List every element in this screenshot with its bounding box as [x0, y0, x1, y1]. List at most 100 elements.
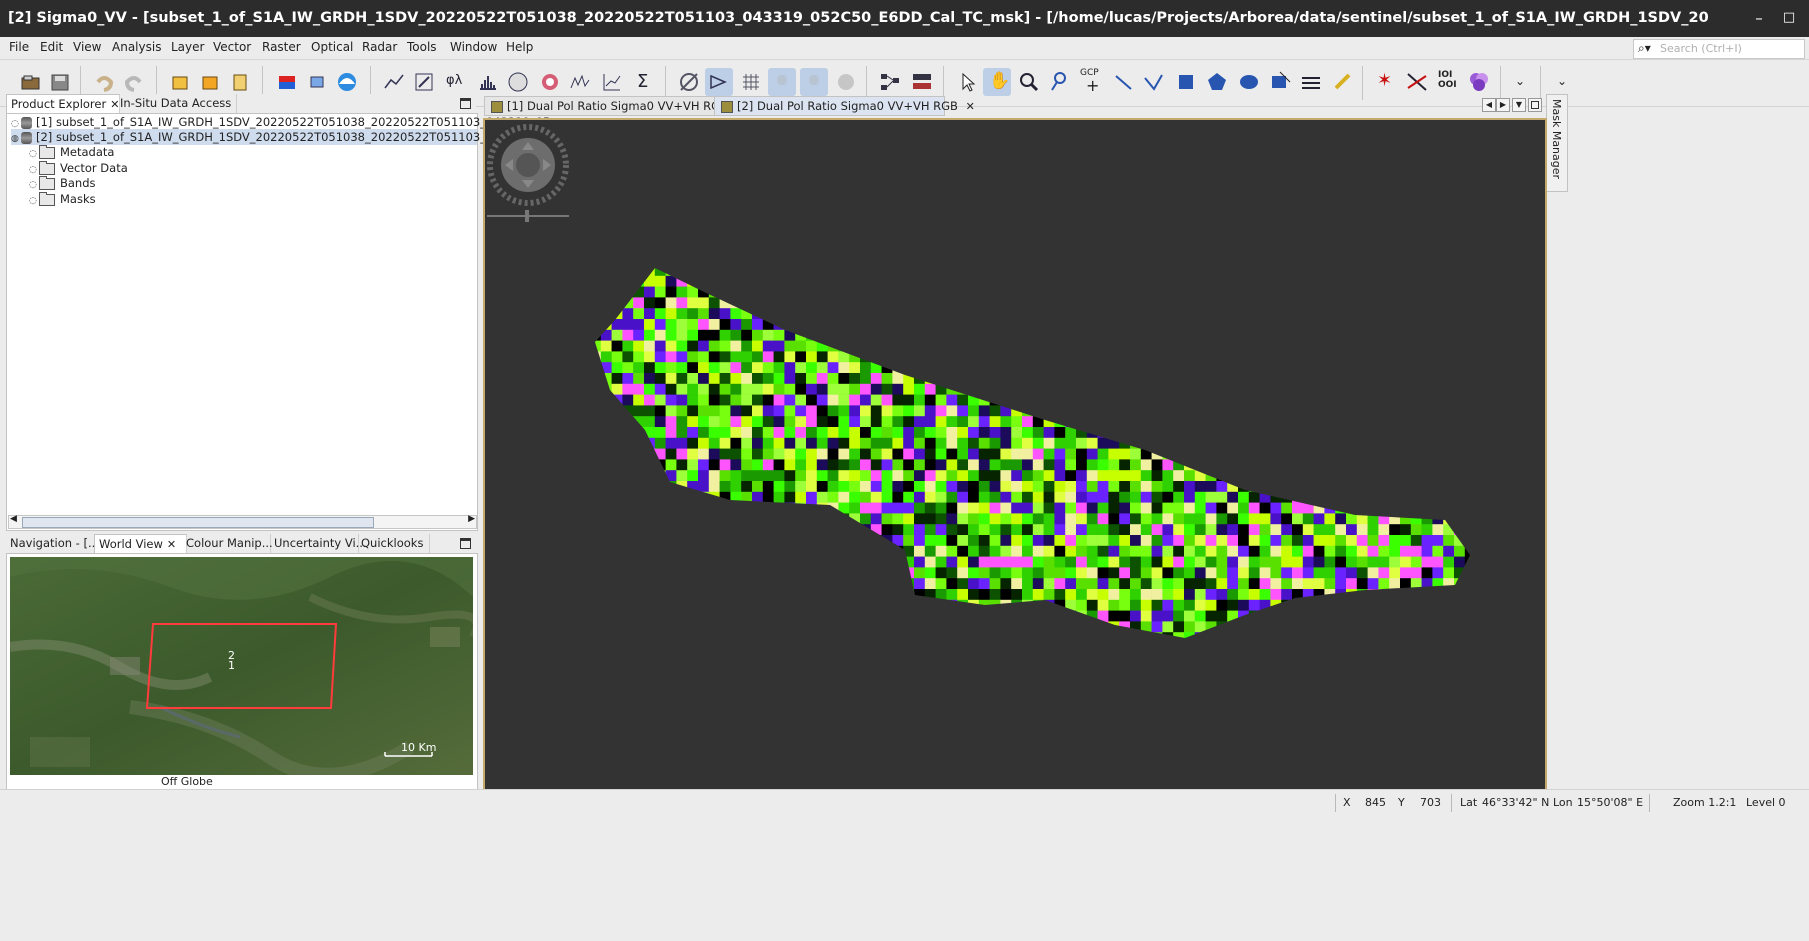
product-marker-label: 1: [228, 659, 235, 672]
sync-views-icon[interactable]: [675, 68, 703, 96]
product-2-row[interactable]: ◍ [2] subset_1_of_S1A_IW_GRDH_1SDV_202205…: [11, 129, 550, 147]
scroll-left-icon[interactable]: ◀: [10, 514, 17, 524]
band-maths-icon[interactable]: [273, 68, 301, 96]
tree-node-bands[interactable]: ◌ Bands: [29, 175, 96, 191]
gcp-tool-icon[interactable]: GCP +: [1078, 68, 1106, 96]
tab-world-view[interactable]: World View ✕: [94, 534, 187, 554]
maximize-view-icon[interactable]: [1528, 98, 1542, 112]
pencil-icon[interactable]: [1328, 68, 1356, 96]
export-other-icon[interactable]: [226, 68, 254, 96]
edit-icon[interactable]: [410, 68, 438, 96]
tree-node-masks[interactable]: ◌ Masks: [29, 191, 96, 207]
menu-window[interactable]: Window: [450, 40, 497, 54]
more-icon[interactable]: ⌄: [1506, 68, 1534, 96]
collapse-icon[interactable]: ◍: [11, 131, 21, 147]
minimize-panel-icon[interactable]: [460, 538, 471, 549]
line-tool-icon[interactable]: [1110, 68, 1138, 96]
rectangle-tool-icon[interactable]: [1172, 68, 1200, 96]
expand-icon[interactable]: ◌: [29, 193, 39, 209]
ellipse-tool-icon[interactable]: [1235, 68, 1263, 96]
menu-optical[interactable]: Optical: [311, 40, 353, 54]
polygon-tool-icon[interactable]: [1203, 68, 1231, 96]
export-icon[interactable]: [196, 68, 224, 96]
tab-list-icon[interactable]: ▼: [1512, 98, 1526, 112]
maximize-button[interactable]: □: [1779, 8, 1799, 28]
tab-navigation[interactable]: Navigation - [...: [6, 534, 99, 553]
menu-view[interactable]: View: [73, 40, 101, 54]
spectral-icon[interactable]: [1465, 68, 1493, 96]
graph-builder-icon[interactable]: [876, 68, 904, 96]
tree-node-label: Metadata: [60, 145, 115, 159]
statistics-icon[interactable]: Σ: [630, 68, 658, 96]
menu-help[interactable]: Help: [506, 40, 533, 54]
search-input[interactable]: ⌕▾ Search (Ctrl+I): [1633, 39, 1805, 59]
binary-icon[interactable]: IOI OOI: [1434, 68, 1462, 96]
window-title: [2] Sigma0_VV - [subset_1_of_S1A_IW_GRDH…: [8, 10, 1708, 26]
pin-icon[interactable]: [768, 68, 796, 96]
tab-scroll-right-icon[interactable]: ▶: [1496, 98, 1510, 112]
tree-node-metadata[interactable]: ◌ Metadata: [29, 144, 114, 160]
undo-icon[interactable]: [90, 68, 118, 96]
tab-quicklooks[interactable]: Quicklooks: [357, 534, 430, 553]
world-view-map[interactable]: 2 1 10 Km: [10, 557, 473, 775]
document-tab-2[interactable]: [2] Dual Pol Ratio Sigma0 VV+VH RGB ✕: [714, 96, 975, 116]
image-view-icon: [491, 101, 503, 113]
menu-file[interactable]: File: [9, 40, 29, 54]
sync-cursor-icon[interactable]: [705, 68, 733, 96]
batch-icon[interactable]: [908, 68, 936, 96]
minimize-button[interactable]: –: [1749, 8, 1769, 28]
pin-manager-icon[interactable]: [800, 68, 828, 96]
horizontal-scrollbar[interactable]: ◀ ▶: [8, 514, 477, 529]
product-explorer-tabs: Product Explorer ✕ In-Situ Data Access: [6, 94, 476, 114]
sentinel-icon[interactable]: [333, 68, 361, 96]
range-finder-icon[interactable]: [1266, 68, 1294, 96]
polyline-tool-icon[interactable]: [1140, 68, 1168, 96]
menu-radar[interactable]: Radar: [362, 40, 397, 54]
tab-colour-manipulation[interactable]: Colour Manip...: [182, 534, 273, 553]
tree-node-label: Bands: [60, 176, 96, 190]
tab-in-situ-data-access[interactable]: In-Situ Data Access: [116, 94, 237, 113]
layers-icon[interactable]: [303, 68, 331, 96]
image-view-canvas[interactable]: [483, 118, 1547, 792]
plot-icon[interactable]: [598, 68, 626, 96]
save-product-icon[interactable]: [46, 68, 74, 96]
star-icon[interactable]: ✶: [1372, 68, 1400, 96]
select-tool-icon[interactable]: [953, 68, 981, 96]
draw-line-icon[interactable]: [380, 68, 408, 96]
mask-manager-side-tab[interactable]: Mask Manager: [1546, 94, 1568, 192]
tab-scroll-left-icon[interactable]: ◀: [1482, 98, 1496, 112]
product-1-row[interactable]: ◌ [1] subset_1_of_S1A_IW_GRDH_1SDV_202205…: [11, 114, 550, 130]
cross-icon[interactable]: [1403, 68, 1431, 96]
menu-raster[interactable]: Raster: [262, 40, 301, 54]
information-icon[interactable]: [504, 68, 532, 96]
grid-icon[interactable]: [737, 68, 765, 96]
gcp-icon[interactable]: [832, 68, 860, 96]
menu-tools[interactable]: Tools: [407, 40, 437, 54]
histogram-icon[interactable]: [474, 68, 502, 96]
open-product-icon[interactable]: [16, 68, 44, 96]
scrollbar-thumb[interactable]: [22, 517, 374, 528]
import-icon[interactable]: [166, 68, 194, 96]
menu-analysis[interactable]: Analysis: [112, 40, 161, 54]
tree-node-vector-data[interactable]: ◌ Vector Data: [29, 160, 128, 176]
zoom-pin-icon[interactable]: [1046, 68, 1074, 96]
menu-layer[interactable]: Layer: [171, 40, 204, 54]
zoom-tool-icon[interactable]: [1015, 68, 1043, 96]
close-icon[interactable]: ✕: [966, 100, 975, 113]
scatter-icon[interactable]: [536, 68, 564, 96]
profile-icon[interactable]: [566, 68, 594, 96]
tab-uncertainty-visualisation[interactable]: Uncertainty Vi...: [270, 534, 367, 553]
menu-vector[interactable]: Vector: [213, 40, 251, 54]
redo-icon[interactable]: [120, 68, 148, 96]
close-icon[interactable]: ✕: [167, 538, 176, 551]
spectrum-icon[interactable]: φλ: [442, 68, 470, 96]
menu-edit[interactable]: Edit: [40, 40, 63, 54]
status-x-label: X: [1343, 796, 1351, 809]
magic-wand-icon[interactable]: [1297, 68, 1325, 96]
document-tab-1[interactable]: [1] Dual Pol Ratio Sigma0 VV+VH RGB ✕: [484, 96, 745, 116]
more-right-icon[interactable]: ⌄: [1548, 68, 1576, 96]
pan-tool-icon[interactable]: ✋: [983, 68, 1011, 96]
scroll-right-icon[interactable]: ▶: [468, 514, 475, 524]
minimize-panel-icon[interactable]: [460, 98, 471, 109]
tab-product-explorer[interactable]: Product Explorer ✕: [6, 94, 120, 114]
